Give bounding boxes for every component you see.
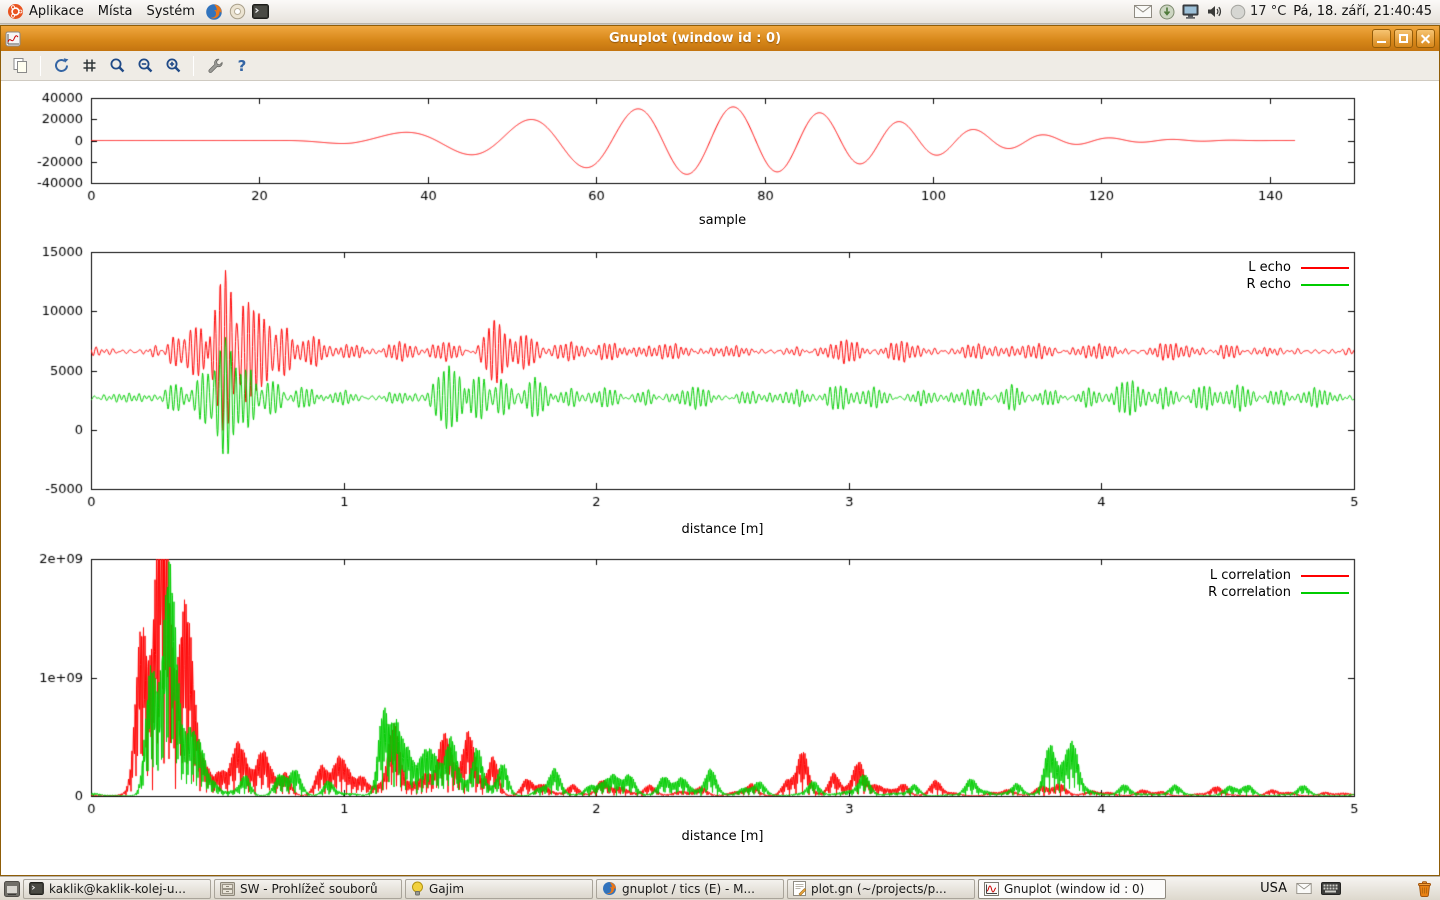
legend-entry-r-correlation: R correlation (1059, 584, 1349, 601)
replot-icon[interactable] (48, 53, 74, 79)
plot-area: sample L echo R echo distance [m] L corr… (1, 81, 1439, 875)
panel-status-area: 17 °C Pá, 18. září, 21:40:45 (1134, 4, 1440, 20)
gnuplot-toolbar: ? (1, 51, 1439, 81)
trash-icon[interactable] (1417, 881, 1432, 897)
firefox-icon[interactable] (205, 3, 223, 21)
gnuplot-icon (984, 882, 999, 896)
close-button[interactable] (1416, 29, 1435, 48)
taskbar-item-gnuplot[interactable]: Gnuplot (window id : 0) (978, 879, 1166, 899)
gnome-top-panel: Aplikace Místa Systém 17 °C P (0, 0, 1440, 24)
help-glyph: ? (238, 57, 247, 75)
menu-system[interactable]: Systém (139, 0, 201, 24)
keyboard-indicator-icon[interactable] (1321, 882, 1341, 895)
menu-places-label: Místa (98, 4, 133, 19)
legend-line-sample (1301, 267, 1349, 269)
taskbar-item-label: gnuplot / tics (E) - M... (622, 882, 755, 896)
zoom-out-icon[interactable] (132, 53, 158, 79)
menu-applications-label: Aplikace (29, 4, 84, 19)
copy-icon[interactable] (7, 53, 33, 79)
keyboard-layout-indicator[interactable]: USA (1260, 881, 1287, 896)
taskbar-tray: USA (1260, 881, 1436, 897)
taskbar-item-terminal[interactable]: kaklik@kaklik-kolej-u... (23, 879, 211, 899)
bottom-panel: kaklik@kaklik-kolej-u... SW - Prohlížeč … (0, 876, 1440, 900)
legend-label: R correlation (1208, 585, 1291, 600)
gnuplot-window: Gnuplot (window id : 0) ? (0, 25, 1440, 876)
zoom-in-icon[interactable] (160, 53, 186, 79)
window-title: Gnuplot (window id : 0) (21, 31, 1369, 46)
settings-wrench-icon[interactable] (201, 53, 227, 79)
help-question-icon[interactable]: ? (229, 53, 255, 79)
menu-places[interactable]: Místa (91, 0, 140, 24)
mail-icon[interactable] (1134, 5, 1152, 18)
legend-echo: L echo R echo (1059, 259, 1349, 293)
volume-icon[interactable] (1206, 4, 1223, 19)
legend-line-sample (1301, 592, 1349, 594)
file-manager-icon (220, 882, 235, 896)
mail-indicator-icon[interactable] (1296, 883, 1312, 894)
terminal-icon[interactable] (252, 4, 269, 19)
x-axis-label-distance-echo: distance [m] (91, 522, 1354, 537)
display-icon[interactable] (1182, 4, 1199, 19)
menu-applications[interactable]: Aplikace (0, 0, 91, 24)
x-axis-label-sample: sample (91, 213, 1354, 228)
legend-label: L correlation (1210, 568, 1291, 583)
taskbar-item-label: Gajim (429, 882, 464, 896)
update-icon[interactable] (1159, 4, 1175, 20)
taskbar-item-file-manager[interactable]: SW - Prohlížeč souborů (214, 879, 402, 899)
weather-applet[interactable]: 17 °C (1230, 4, 1286, 20)
minimize-button[interactable] (1372, 29, 1391, 48)
help-icon[interactable] (229, 3, 246, 20)
taskbar-item-label: SW - Prohlížeč souborů (240, 882, 378, 896)
legend-entry-l-echo: L echo (1059, 259, 1349, 276)
legend-label: L echo (1248, 260, 1291, 275)
weather-icon (1230, 4, 1246, 20)
legend-entry-r-echo: R echo (1059, 276, 1349, 293)
maximize-button[interactable] (1394, 29, 1413, 48)
toolbar-separator (193, 56, 194, 76)
x-axis-label-distance-correlation: distance [m] (91, 829, 1354, 844)
zoom-previous-icon[interactable] (104, 53, 130, 79)
text-editor-icon (793, 881, 806, 896)
clock[interactable]: Pá, 18. září, 21:40:45 (1293, 4, 1432, 19)
window-icon (5, 31, 21, 47)
terminal-icon (29, 882, 44, 895)
titlebar[interactable]: Gnuplot (window id : 0) (1, 26, 1439, 51)
toolbar-separator (40, 56, 41, 76)
chart-canvas-signal[interactable] (1, 86, 1439, 211)
gajim-icon (411, 881, 424, 896)
legend-line-sample (1301, 575, 1349, 577)
firefox-icon (602, 881, 617, 896)
taskbar-item-gajim[interactable]: Gajim (405, 879, 593, 899)
legend-entry-l-correlation: L correlation (1059, 567, 1349, 584)
taskbar-item-label: plot.gn (~/projects/p... (811, 882, 947, 896)
menu-system-label: Systém (146, 4, 194, 19)
grid-icon[interactable] (76, 53, 102, 79)
show-desktop-icon[interactable] (4, 881, 20, 897)
taskbar-item-label: kaklik@kaklik-kolej-u... (49, 882, 186, 896)
taskbar-item-label: Gnuplot (window id : 0) (1004, 882, 1144, 896)
taskbar-item-editor[interactable]: plot.gn (~/projects/p... (787, 879, 975, 899)
temperature-label: 17 °C (1250, 4, 1286, 19)
legend-correlation: L correlation R correlation (1059, 567, 1349, 601)
taskbar-item-browser[interactable]: gnuplot / tics (E) - M... (596, 879, 784, 899)
legend-line-sample (1301, 284, 1349, 286)
ubuntu-logo-icon (7, 3, 24, 20)
legend-label: R echo (1246, 277, 1291, 292)
